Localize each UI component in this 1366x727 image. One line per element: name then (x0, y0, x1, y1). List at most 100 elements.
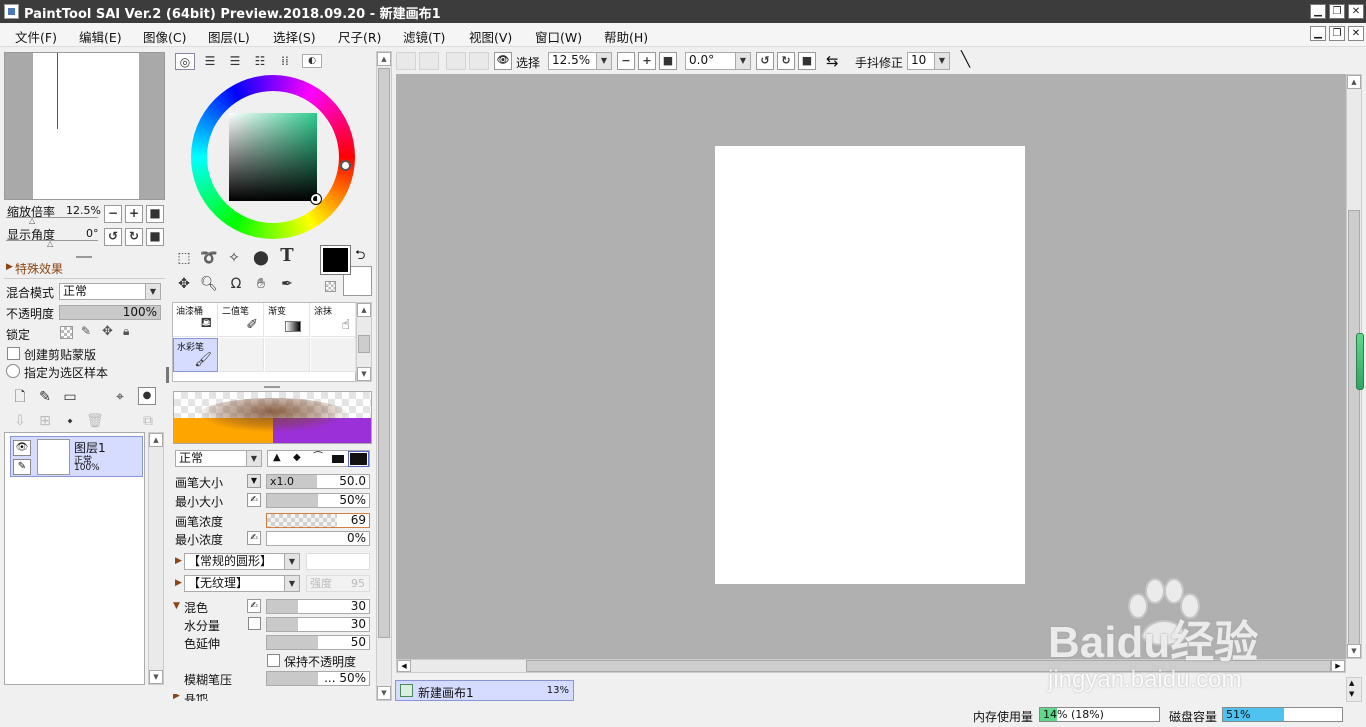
duplicate-layer-icon[interactable]: ⧉ (138, 411, 158, 431)
scroll-thumb[interactable] (358, 335, 370, 353)
rgb-slider-tab[interactable]: ☰ (200, 53, 220, 70)
restore-button[interactable]: ❐ (1329, 4, 1345, 19)
chevron-down-icon[interactable]: ▼ (247, 474, 261, 488)
zoom-out-button[interactable]: − (104, 205, 122, 223)
menu-select[interactable]: 选择(S) (273, 27, 316, 46)
brush-cell[interactable]: 涂抹 ☝︎ (311, 303, 356, 337)
lock-all-icon[interactable]: 🔒︎ (123, 324, 129, 339)
new-folder-icon[interactable]: ▭ (60, 387, 80, 407)
new-linework-layer-icon[interactable]: ✎ (35, 387, 55, 407)
brush-cell[interactable]: 二值笔 ✐ (219, 303, 264, 337)
empty-brush-slot[interactable] (265, 338, 310, 372)
layer-list-scrollbar[interactable]: ▲ ▼ (148, 432, 164, 685)
brush-mode-select[interactable]: 正常 ▼ (175, 450, 262, 467)
brush-shape-select[interactable]: 【常规的圆形】 ▼ (184, 553, 300, 570)
menu-filter[interactable]: 滤镜(T) (403, 27, 445, 46)
move-icon[interactable]: ✥ (174, 274, 194, 294)
color-picker-handle[interactable] (310, 193, 322, 205)
scroll-down-icon[interactable]: ▼ (357, 367, 371, 381)
angle-select[interactable]: 0.0° ▼ (685, 52, 751, 70)
zoom-icon[interactable]: 🔍︎ (199, 274, 219, 294)
lock-transparency-icon[interactable] (60, 326, 73, 339)
zoom-select[interactable]: 12.5% ▼ (548, 52, 612, 70)
pressure-icon[interactable]: ✍︎ (247, 531, 261, 545)
scroll-up-icon[interactable]: ▲ (377, 52, 391, 66)
min-size-slider[interactable]: 50% (266, 493, 370, 508)
navigator-preview[interactable] (4, 52, 165, 200)
collapse-triangle-icon[interactable]: ▶ (6, 262, 13, 272)
document-tab-scrollbar[interactable]: ▲ ▼ (1346, 677, 1362, 702)
rotate-right-button[interactable]: ↻ (777, 52, 795, 70)
scroll-down-icon[interactable]: ▼ (149, 670, 163, 684)
lock-paint-icon[interactable]: ✎ (81, 324, 91, 338)
rotate-left-button[interactable]: ↺ (104, 228, 122, 246)
scroll-up-icon[interactable]: ▲ (1349, 679, 1354, 687)
swap-colors-icon[interactable]: ⮌ (355, 246, 365, 268)
zoom-in-button[interactable]: + (125, 205, 143, 223)
blend-slider[interactable]: 30 (266, 599, 370, 614)
invert-selection-button[interactable] (469, 52, 489, 70)
collapse-triangle-icon[interactable]: ▼ (173, 601, 180, 611)
merge-icon[interactable]: ⊞ (35, 411, 55, 431)
min-density-slider[interactable]: 0% (266, 531, 370, 546)
menu-window[interactable]: 窗口(W) (535, 27, 582, 46)
texture-select[interactable]: 【无纹理】 ▼ (184, 575, 300, 592)
angle-slider-handle-icon[interactable]: △ (47, 239, 53, 248)
blend-mode-select[interactable]: 正常 ▼ (59, 283, 161, 300)
rotate-right-button[interactable]: ↻ (125, 228, 143, 246)
keep-opacity-checkbox[interactable] (267, 654, 280, 667)
paint-brush-icon[interactable]: ✎ (13, 459, 31, 475)
shape-icon[interactable]: ⬤ (251, 248, 271, 268)
brush-cell[interactable]: 渐变 (265, 303, 310, 337)
line-tool-icon[interactable]: ╲ (961, 50, 970, 68)
layer-mask-icon[interactable]: ● (138, 387, 156, 405)
flip-horizontal-icon[interactable]: ⇆ (826, 52, 839, 70)
swatches-tab[interactable]: ☷ (250, 53, 270, 70)
canvas-area[interactable] (396, 74, 1346, 659)
menu-file[interactable]: 文件(F) (15, 27, 57, 46)
brush-cell[interactable]: 油漆桶 ⛾ (173, 303, 218, 337)
hue-handle[interactable] (340, 160, 351, 171)
panel-edge-grip[interactable] (1356, 333, 1364, 390)
menu-layer[interactable]: 图层(L) (208, 27, 250, 46)
scroll-down-icon[interactable]: ▼ (1349, 690, 1354, 698)
scroll-down-icon[interactable]: ▼ (1347, 644, 1361, 658)
zoom-reset-button[interactable]: ■ (659, 52, 677, 70)
blur-pressure-slider[interactable]: ... 50% (266, 671, 370, 686)
zoom-reset-button[interactable]: ■ (146, 205, 164, 223)
new-layer-icon[interactable]: 🗋 (10, 387, 30, 407)
eyedropper-icon[interactable]: ✒ (277, 274, 297, 294)
color-mixer-tab[interactable]: ◐ (302, 54, 322, 68)
brush-cell-selected[interactable]: 水彩笔 🖌︎ (173, 338, 218, 372)
undo-button[interactable] (396, 52, 416, 70)
hsv-slider-tab[interactable]: ☰ (225, 53, 245, 70)
menu-ruler[interactable]: 尺子(R) (338, 27, 381, 46)
doc-close-button[interactable]: ✕ (1348, 26, 1364, 41)
zoom-out-button[interactable]: − (617, 52, 635, 70)
transform-icon[interactable]: ⌖ (110, 387, 130, 407)
menu-view[interactable]: 视图(V) (469, 27, 512, 46)
other-section-header[interactable]: ▶ 其他 (173, 694, 373, 701)
zoom-in-button[interactable]: + (638, 52, 656, 70)
saturation-value-square[interactable] (229, 113, 317, 201)
scroll-up-icon[interactable]: ▲ (1347, 75, 1361, 89)
magic-wand-icon[interactable]: ✧ (224, 248, 244, 268)
menu-edit[interactable]: 编辑(E) (79, 27, 122, 46)
expand-triangle-icon[interactable]: ▶ (175, 556, 182, 566)
density-slider[interactable]: 69 (266, 513, 370, 528)
foreground-color-swatch[interactable] (320, 245, 351, 275)
clipping-mask-checkbox[interactable] (7, 347, 20, 360)
close-button[interactable]: ✕ (1348, 4, 1364, 19)
tip-soft-icon[interactable]: ⏜ (313, 452, 323, 463)
rotate-reset-button[interactable]: ■ (146, 228, 164, 246)
scroll-left-icon[interactable]: ◀ (397, 660, 411, 672)
redo-button[interactable] (419, 52, 439, 70)
scratchpad-tab[interactable]: ⁞⁞ (275, 53, 295, 70)
doc-restore-button[interactable]: ❐ (1329, 26, 1345, 41)
panel-splitter[interactable] (264, 386, 280, 388)
pressure-icon[interactable]: ✍︎ (247, 599, 261, 613)
brush-grid-scrollbar[interactable]: ▲ ▼ (356, 302, 372, 382)
panel-resize-handle[interactable] (166, 367, 169, 383)
tip-flat-icon[interactable] (332, 455, 344, 463)
empty-brush-slot[interactable] (311, 338, 356, 372)
